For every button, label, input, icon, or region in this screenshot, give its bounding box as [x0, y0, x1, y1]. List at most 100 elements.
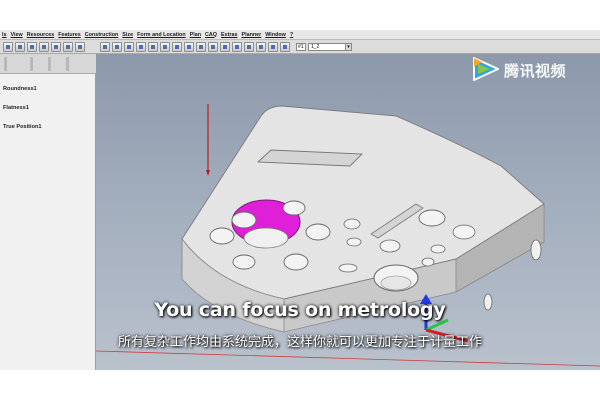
bore-bottom	[243, 227, 289, 249]
video-logo-icon	[473, 57, 499, 81]
hole-feature	[209, 227, 235, 245]
3d-viewport[interactable]	[96, 54, 600, 370]
toolbar-icon	[283, 45, 287, 49]
toolbar-button[interactable]	[184, 42, 194, 52]
menu-item[interactable]: Construction	[85, 32, 119, 38]
toolbar-button[interactable]	[220, 42, 230, 52]
feature-item-true-position[interactable]: True Position1	[3, 124, 42, 130]
menu-item[interactable]: ls	[2, 32, 7, 38]
panel-handle	[66, 57, 69, 71]
toolbar-icon	[54, 45, 58, 49]
axis-y	[425, 318, 449, 332]
watermark-text: 腾讯视频	[504, 62, 567, 80]
toolbar: #1 1_2 ▾	[0, 40, 600, 54]
toolbar-icon	[30, 45, 34, 49]
toolbar-button[interactable]	[160, 42, 170, 52]
toolbar-button[interactable]	[27, 42, 37, 52]
toolbar-icon	[199, 45, 203, 49]
toolbar-button[interactable]	[244, 42, 254, 52]
toolbar-icon	[103, 45, 107, 49]
watermark: 腾讯视频	[470, 55, 586, 83]
toolbar-icon	[247, 45, 251, 49]
feature-list-header	[0, 54, 96, 74]
panel-handle	[30, 57, 33, 71]
toolbar-button[interactable]	[39, 42, 49, 52]
feature-list-panel: Roundness1 Flatness1 True Position1	[0, 54, 96, 370]
alignment-select-value: 1_2	[311, 44, 320, 50]
toolbar-icon	[187, 45, 191, 49]
toolbar-button[interactable]	[75, 42, 85, 52]
toolbar-icon	[175, 45, 179, 49]
panel-handle	[4, 57, 7, 71]
toolbar-button[interactable]	[280, 42, 290, 52]
hole-feature	[421, 257, 435, 267]
menu-item[interactable]: Features	[58, 32, 80, 38]
menu-item[interactable]: Window	[265, 32, 286, 38]
toolbar-button[interactable]	[256, 42, 266, 52]
chevron-down-icon: ▾	[345, 44, 351, 50]
toolbar-icon	[6, 45, 10, 49]
menu-bar: ls View Resources Features Construction Size F…	[0, 30, 600, 40]
hole-feature	[430, 244, 446, 254]
toolbar-icon	[259, 45, 263, 49]
toolbar-button[interactable]	[136, 42, 146, 52]
hole-feature	[452, 224, 476, 240]
menu-item[interactable]: CAQ	[205, 32, 217, 38]
toolbar-button[interactable]	[268, 42, 278, 52]
toolbar-button[interactable]	[112, 42, 122, 52]
hole-feature	[232, 254, 256, 270]
feature-item-roundness[interactable]: Roundness1	[3, 86, 37, 92]
menu-item[interactable]: Resources	[27, 32, 55, 38]
menu-item[interactable]: Plan	[190, 32, 201, 38]
hole-feature	[346, 237, 362, 247]
toolbar-button[interactable]	[15, 42, 25, 52]
grid-line	[96, 350, 600, 367]
toolbar-button[interactable]	[196, 42, 206, 52]
toolbar-button[interactable]	[3, 42, 13, 52]
workpiece-model	[96, 104, 600, 367]
toolbar-button[interactable]	[63, 42, 73, 52]
menu-item[interactable]: View	[11, 32, 23, 38]
menu-item[interactable]: Size	[122, 32, 133, 38]
subtitle-english: You can focus on metrology	[154, 299, 446, 321]
toolbar-icon	[151, 45, 155, 49]
program-number-field[interactable]: #1	[296, 43, 306, 51]
toolbar-icon	[42, 45, 46, 49]
side-hole-feature	[530, 239, 542, 261]
menu-item[interactable]: ?	[290, 32, 293, 38]
toolbar-button[interactable]	[100, 42, 110, 52]
toolbar-icon	[235, 45, 239, 49]
toolbar-button[interactable]	[124, 42, 134, 52]
feature-item-flatness[interactable]: Flatness1	[3, 105, 29, 111]
probe-tip-icon	[206, 170, 210, 176]
hole-feature	[305, 223, 331, 241]
menu-item[interactable]: Extras	[221, 32, 237, 38]
large-bore-bottom	[380, 275, 412, 291]
panel-handle	[48, 57, 51, 71]
toolbar-icon	[271, 45, 275, 49]
toolbar-button[interactable]	[51, 42, 61, 52]
menu-item[interactable]: Form and Location	[137, 32, 186, 38]
hole-feature	[343, 218, 361, 230]
hole-feature	[379, 239, 401, 253]
hole-feature	[231, 211, 257, 229]
toolbar-button[interactable]	[172, 42, 182, 52]
toolbar-button[interactable]	[208, 42, 218, 52]
toolbar-button[interactable]	[148, 42, 158, 52]
toolbar-icon	[18, 45, 22, 49]
hole-feature	[418, 209, 446, 227]
hole-feature	[282, 200, 306, 216]
toolbar-icon	[127, 45, 131, 49]
toolbar-icon	[223, 45, 227, 49]
toolbar-icon	[211, 45, 215, 49]
toolbar-button[interactable]	[232, 42, 242, 52]
alignment-select[interactable]: 1_2 ▾	[308, 43, 352, 51]
hole-feature	[283, 253, 309, 271]
video-frame: ls View Resources Features Construction Size F…	[0, 0, 600, 400]
hole-feature	[338, 263, 358, 273]
toolbar-icon	[115, 45, 119, 49]
toolbar-icon	[66, 45, 70, 49]
menu-item[interactable]: Planner	[241, 32, 261, 38]
toolbar-icon	[139, 45, 143, 49]
toolbar-icon	[163, 45, 167, 49]
